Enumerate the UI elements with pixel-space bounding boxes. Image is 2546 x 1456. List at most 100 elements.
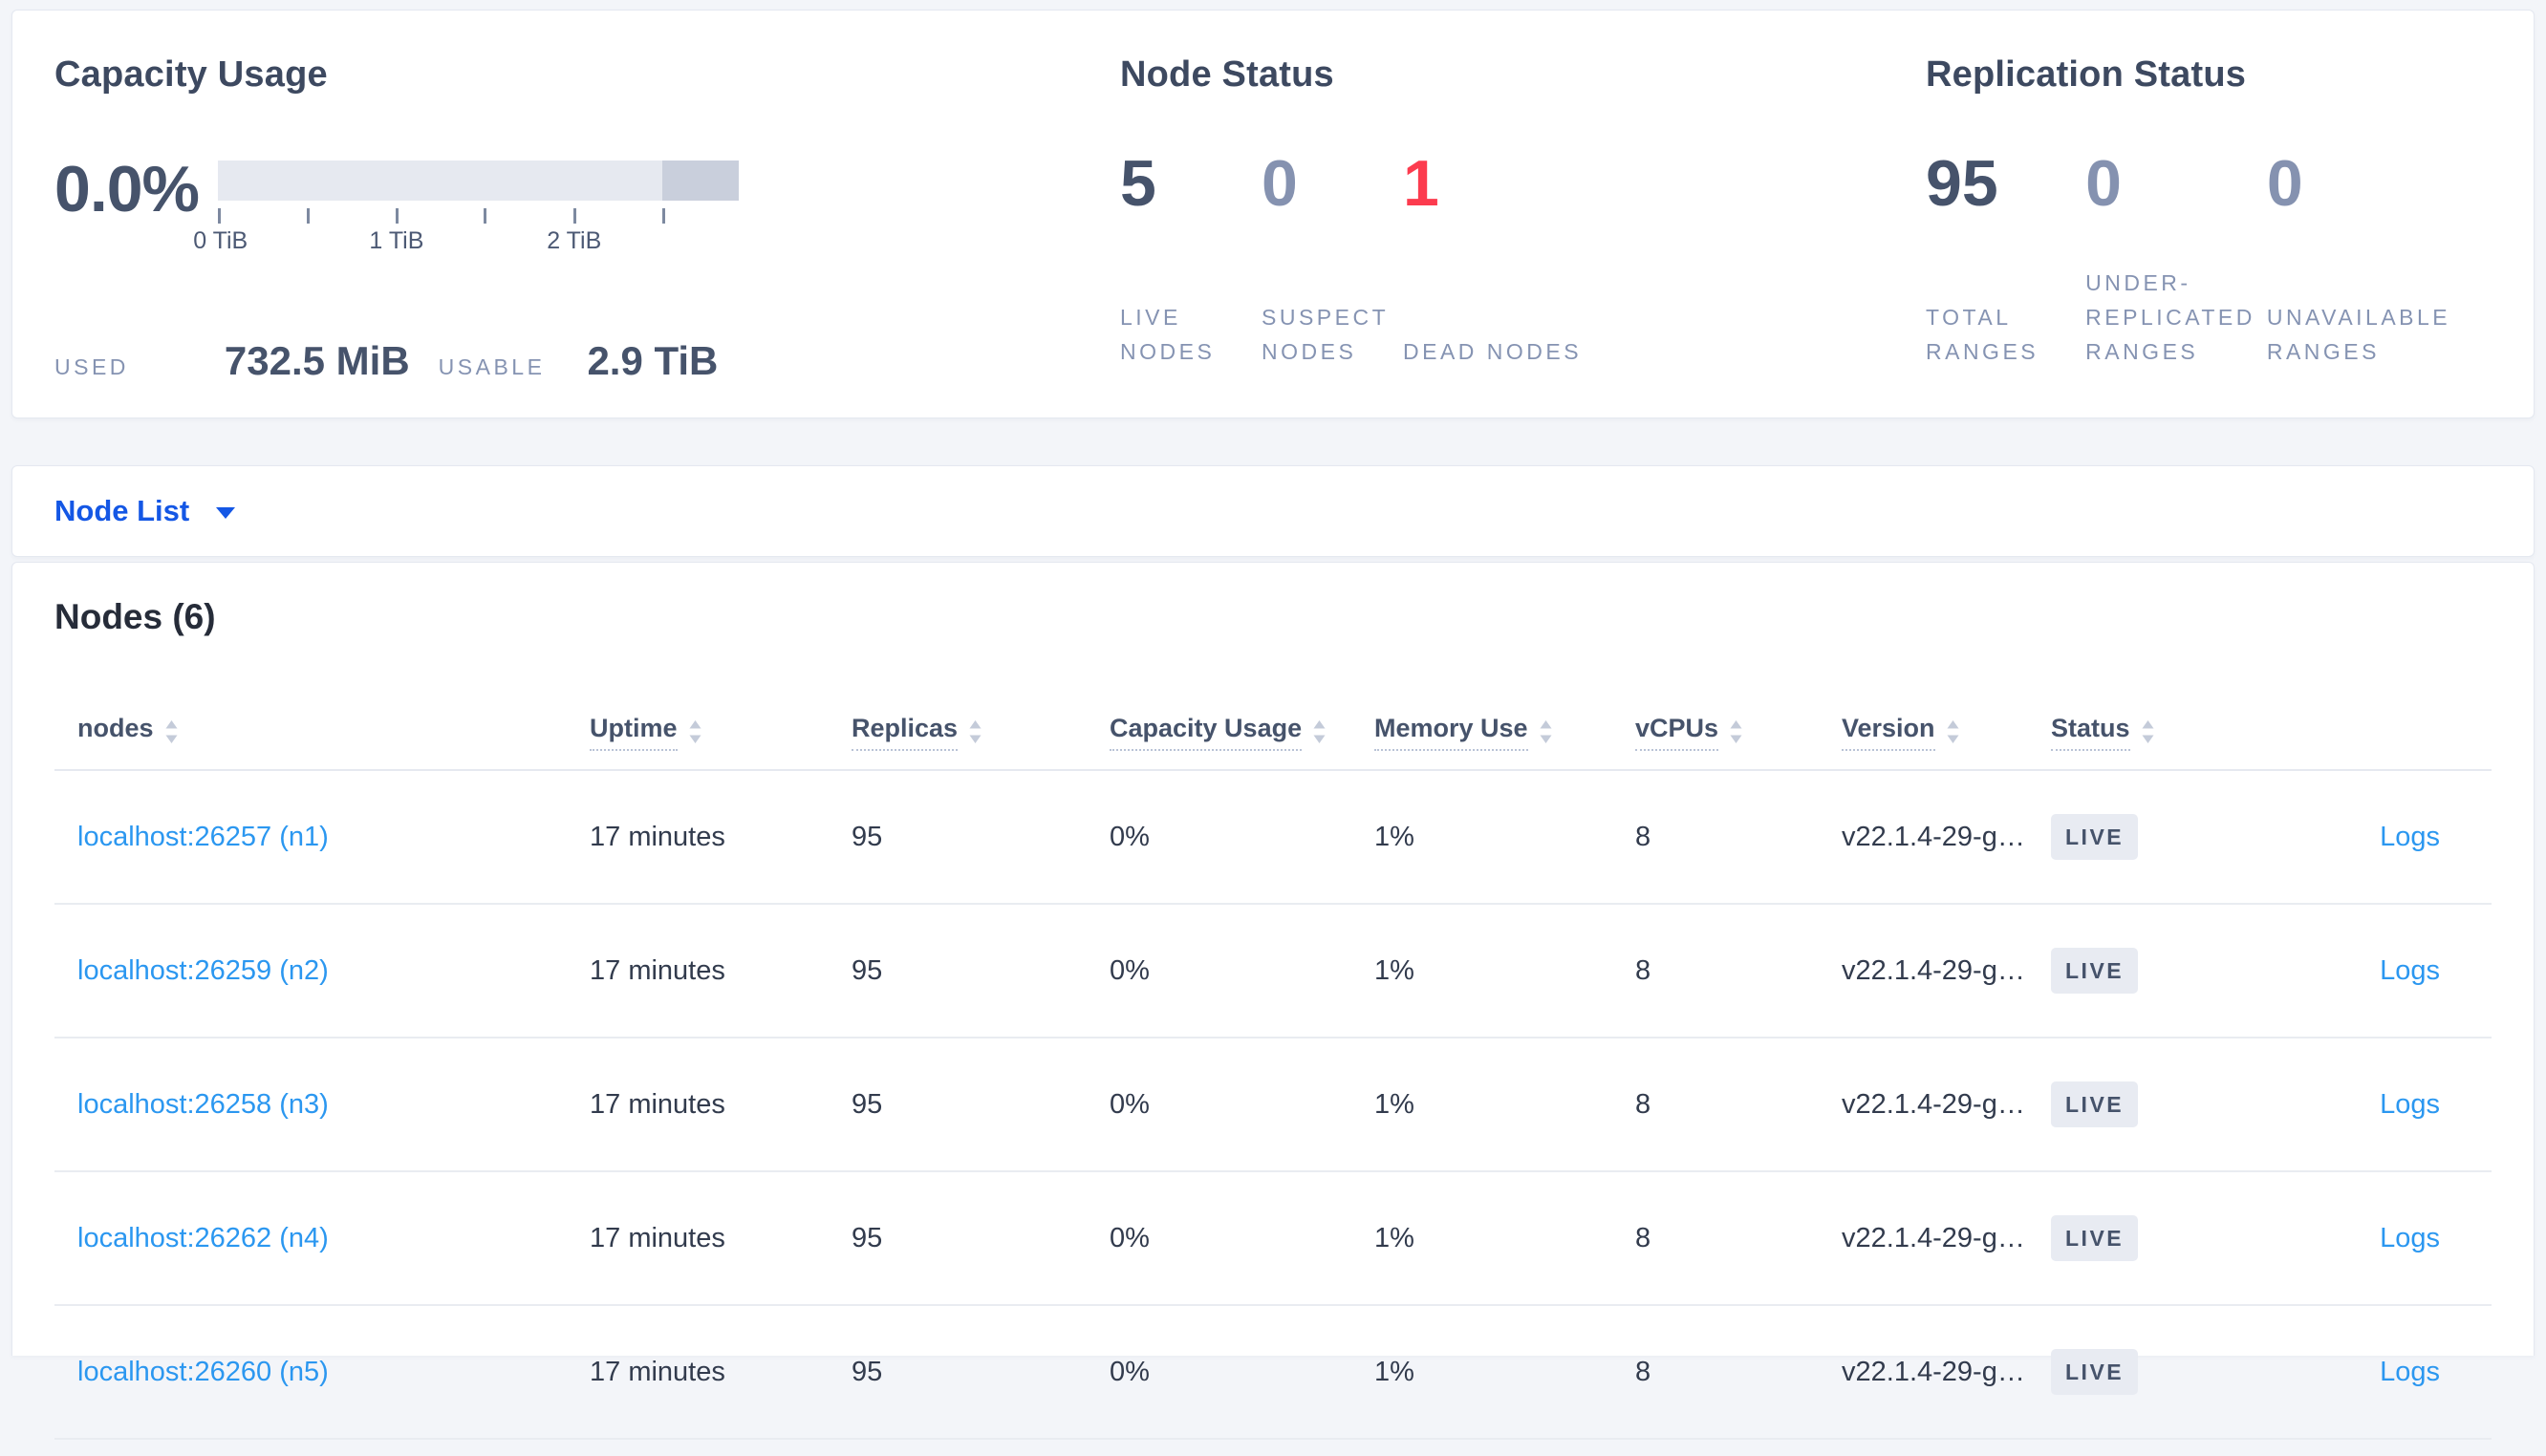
capacity-gauge: 0 TiB 1 TiB 2 TiB [193,161,739,258]
capacity-cell: 0% [1110,1222,1150,1253]
column-header-replicas[interactable]: Replicas [852,714,1110,751]
node-status-title: Node Status [1120,54,1334,95]
gauge-tick [395,208,399,224]
sort-icon [689,719,701,744]
memory-cell: 1% [1374,1088,1414,1120]
capacity-cell: 0% [1110,1088,1150,1120]
total-ranges-label: TOTAL RANGES [1926,305,2039,364]
gauge-tick-label: 2 TiB [547,227,602,254]
capacity-gauge-bar [218,161,739,201]
table-row-n5: localhost:26260 (n5) 17 minutes 95 0% 1%… [54,1306,2492,1440]
dead-nodes-count: 1 [1403,147,1439,220]
table-row-n1: localhost:26257 (n1) 17 minutes 95 0% 1%… [54,771,2492,905]
version-cell: v22.1.4-29-g… [1842,821,2025,852]
uptime-cell: 17 minutes [590,1088,725,1120]
status-badge: LIVE [2051,1081,2139,1127]
capacity-cell: 0% [1110,1356,1150,1387]
total-ranges-count: 95 [1926,147,1998,220]
sort-icon [1947,719,1959,744]
version-cell: v22.1.4-29-g… [1842,1222,2025,1253]
version-cell: v22.1.4-29-g… [1842,954,2025,986]
uptime-cell: 17 minutes [590,1356,725,1387]
stat-total-ranges: 95 TOTAL RANGES [1926,147,2085,369]
nodes-section-title: Nodes (6) [54,597,216,636]
gauge-tick [484,208,487,224]
version-cell: v22.1.4-29-g… [1842,1088,2025,1120]
capacity-gauge-labels: 0 TiB 1 TiB 2 TiB [193,227,739,258]
used-value: 732.5 MiB [224,338,410,383]
column-header-vcpus[interactable]: vCPUs [1635,714,1842,751]
memory-cell: 1% [1374,821,1414,852]
used-label: USED [54,354,129,379]
gauge-tick-label: 0 TiB [193,227,248,254]
column-header-uptime[interactable]: Uptime [590,714,852,751]
sort-icon [2142,719,2154,744]
logs-link[interactable]: Logs [2380,955,2440,986]
node-link[interactable]: localhost:26260 (n5) [77,1357,329,1387]
replication-status-title: Replication Status [1926,54,2247,95]
column-header-version[interactable]: Version [1842,714,2051,751]
sort-icon [165,719,178,744]
capacity-gauge-ticks [218,201,739,225]
dead-nodes-label: DEAD NODES [1403,339,1583,364]
gauge-tick-label: 1 TiB [369,227,424,254]
logs-link[interactable]: Logs [2380,822,2440,852]
sort-icon [969,719,982,744]
table-row-n4: localhost:26262 (n4) 17 minutes 95 0% 1%… [54,1172,2492,1306]
uptime-cell: 17 minutes [590,821,725,852]
node-status-panel: Node Status 5 LIVE NODES 0 SUSPECT NODES… [1078,54,1884,418]
capacity-usage-panel: Capacity Usage 0.0% 0 TiB 1 TiB 2 TiB US… [54,54,1078,418]
stat-live-nodes: 5 LIVE NODES [1120,147,1262,369]
view-selector-dropdown[interactable]: Node List [54,494,236,528]
capacity-cell: 0% [1110,954,1150,986]
capacity-usage-title: Capacity Usage [54,54,328,95]
node-link[interactable]: localhost:26258 (n3) [77,1089,329,1120]
uptime-cell: 17 minutes [590,954,725,986]
under-replicated-label: UNDER-REPLICATED RANGES [2085,270,2255,364]
replicas-cell: 95 [852,954,883,986]
sort-icon [1313,719,1326,744]
replicas-cell: 95 [852,1088,883,1120]
logs-link[interactable]: Logs [2380,1089,2440,1120]
vcpus-cell: 8 [1635,1088,1651,1120]
unavailable-ranges-label: UNAVAILABLE RANGES [2266,305,2451,364]
replication-status-panel: Replication Status 95 TOTAL RANGES 0 UND… [1884,54,2534,418]
capacity-gauge-segment [661,161,739,201]
memory-cell: 1% [1374,954,1414,986]
gauge-tick [572,208,576,224]
view-selector-label: Node List [54,494,190,527]
unavailable-ranges-count: 0 [2266,147,2303,220]
capacity-cell: 0% [1110,821,1150,852]
nodes-card: Nodes (6) nodes Uptime Replicas Capacity… [11,562,2535,1440]
vcpus-cell: 8 [1635,954,1651,986]
logs-link[interactable]: Logs [2380,1223,2440,1253]
column-header-capacity-usage[interactable]: Capacity Usage [1110,714,1374,751]
sort-icon [1730,719,1742,744]
column-header-memory-use[interactable]: Memory Use [1374,714,1635,751]
replicas-cell: 95 [852,821,883,852]
gauge-tick [218,208,221,224]
node-link[interactable]: localhost:26257 (n1) [77,822,329,852]
usable-value: 2.9 TiB [587,338,719,383]
node-link[interactable]: localhost:26262 (n4) [77,1223,329,1253]
stat-unavailable-ranges: 0 UNAVAILABLE RANGES [2267,147,2534,369]
table-header-row: nodes Uptime Replicas Capacity Usage Mem… [54,695,2492,771]
gauge-tick [306,208,310,224]
status-badge: LIVE [2051,948,2139,994]
column-header-nodes[interactable]: nodes [54,714,590,751]
cluster-overview-card: Capacity Usage 0.0% 0 TiB 1 TiB 2 TiB US… [11,10,2535,418]
column-header-status[interactable]: Status [2051,714,2299,751]
stat-suspect-nodes: 0 SUSPECT NODES [1262,147,1403,369]
replicas-cell: 95 [852,1356,883,1387]
node-link[interactable]: localhost:26259 (n2) [77,955,329,986]
capacity-used-usable-row: USED 732.5 MiB USABLE 2.9 TiB [54,338,1078,384]
replicas-cell: 95 [852,1222,883,1253]
stat-under-replicated-ranges: 0 UNDER-REPLICATED RANGES [2085,147,2267,369]
memory-cell: 1% [1374,1222,1414,1253]
usable-label: USABLE [438,354,546,379]
logs-link[interactable]: Logs [2380,1357,2440,1387]
memory-cell: 1% [1374,1356,1414,1387]
live-nodes-label: LIVE NODES [1120,305,1216,364]
vcpus-cell: 8 [1635,1356,1651,1387]
version-cell: v22.1.4-29-g… [1842,1356,2025,1387]
